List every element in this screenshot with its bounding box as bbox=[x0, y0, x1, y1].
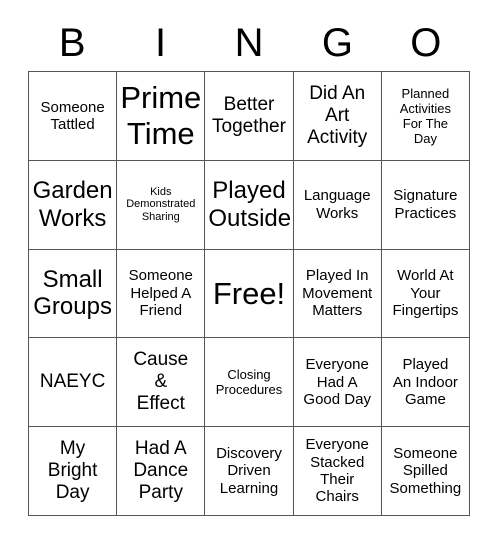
bingo-free-space-label: Free! bbox=[212, 275, 286, 311]
bingo-cell-label: Prime Time bbox=[120, 79, 202, 151]
bingo-cell-label: Someone Tattled bbox=[40, 98, 105, 133]
bingo-header-row: B I N G O bbox=[28, 16, 470, 70]
bingo-cell[interactable]: Played An Indoor Game bbox=[381, 338, 470, 428]
bingo-cell-label: Did An Art Activity bbox=[307, 82, 368, 148]
bingo-cell-label: Discovery Driven Learning bbox=[216, 445, 282, 497]
bingo-cell-label: Planned Activities For The Day bbox=[399, 85, 452, 146]
bingo-cell-label: Someone Spilled Something bbox=[389, 445, 462, 497]
bingo-cell-label: Closing Procedures bbox=[215, 367, 283, 398]
bingo-cell-free-space[interactable]: Free! bbox=[205, 249, 294, 339]
bingo-cell[interactable]: Everyone Stacked Their Chairs bbox=[293, 427, 382, 516]
bingo-cell[interactable]: Had A Dance Party bbox=[117, 427, 206, 516]
bingo-card: B I N G O Someone Tattled Prime Time Bet… bbox=[0, 0, 500, 544]
bingo-cell-label: Garden Works bbox=[32, 176, 113, 232]
bingo-cell[interactable]: Discovery Driven Learning bbox=[205, 427, 294, 516]
header-letter-o: O bbox=[410, 21, 442, 65]
bingo-cell-label: Played An Indoor Game bbox=[392, 356, 458, 408]
bingo-cell-label: Played In Movement Matters bbox=[302, 267, 373, 320]
bingo-cell-label: World At Your Fingertips bbox=[392, 267, 459, 320]
bingo-cell-label: Language Works bbox=[303, 187, 371, 222]
bingo-cell[interactable]: Everyone Had A Good Day bbox=[293, 338, 382, 428]
bingo-cell-label: Had A Dance Party bbox=[133, 438, 189, 504]
bingo-cell[interactable]: Cause & Effect bbox=[117, 338, 206, 428]
bingo-cell-label: Kids Demonstrated Sharing bbox=[126, 185, 196, 224]
bingo-cell-label: Everyone Stacked Their Chairs bbox=[305, 436, 369, 506]
bingo-cell[interactable]: Kids Demonstrated Sharing bbox=[117, 160, 206, 250]
bingo-cell[interactable]: Signature Practices bbox=[381, 160, 470, 250]
bingo-cell[interactable]: Prime Time bbox=[117, 72, 206, 161]
bingo-cell[interactable]: NAEYC bbox=[29, 338, 118, 428]
bingo-cell-label: Everyone Had A Good Day bbox=[303, 356, 371, 408]
bingo-cell[interactable]: World At Your Fingertips bbox=[381, 249, 470, 339]
bingo-grid: Someone Tattled Prime Time Better Togeth… bbox=[28, 71, 470, 516]
bingo-cell[interactable]: Closing Procedures bbox=[205, 338, 294, 428]
bingo-cell[interactable]: Someone Helped A Friend bbox=[117, 249, 206, 339]
bingo-cell-label: Played Outside bbox=[208, 176, 292, 232]
bingo-cell-label: Someone Helped A Friend bbox=[128, 267, 193, 320]
bingo-cell[interactable]: Better Together bbox=[205, 72, 294, 161]
header-letter-g: G bbox=[321, 21, 353, 65]
bingo-cell-label: Signature Practices bbox=[393, 187, 458, 222]
header-letter-b: B bbox=[58, 21, 86, 65]
bingo-cell[interactable]: Language Works bbox=[293, 160, 382, 250]
bingo-cell-label: Small Groups bbox=[33, 265, 112, 321]
bingo-cell[interactable]: Played In Movement Matters bbox=[293, 249, 382, 339]
bingo-cell[interactable]: Small Groups bbox=[29, 249, 118, 339]
bingo-cell-label: Cause & Effect bbox=[133, 349, 189, 415]
bingo-cell-label: Better Together bbox=[212, 93, 286, 137]
bingo-cell[interactable]: Garden Works bbox=[29, 160, 118, 250]
bingo-cell[interactable]: Played Outside bbox=[205, 160, 294, 250]
header-letter-n: N bbox=[234, 21, 264, 65]
bingo-cell-label: My Bright Day bbox=[47, 438, 98, 504]
header-letter-i: I bbox=[155, 21, 167, 65]
bingo-cell[interactable]: Planned Activities For The Day bbox=[381, 72, 470, 161]
bingo-cell[interactable]: Someone Spilled Something bbox=[381, 427, 470, 516]
bingo-cell[interactable]: My Bright Day bbox=[29, 427, 118, 516]
bingo-cell-label: NAEYC bbox=[39, 371, 106, 393]
bingo-cell[interactable]: Did An Art Activity bbox=[293, 72, 382, 161]
bingo-cell[interactable]: Someone Tattled bbox=[29, 72, 118, 161]
